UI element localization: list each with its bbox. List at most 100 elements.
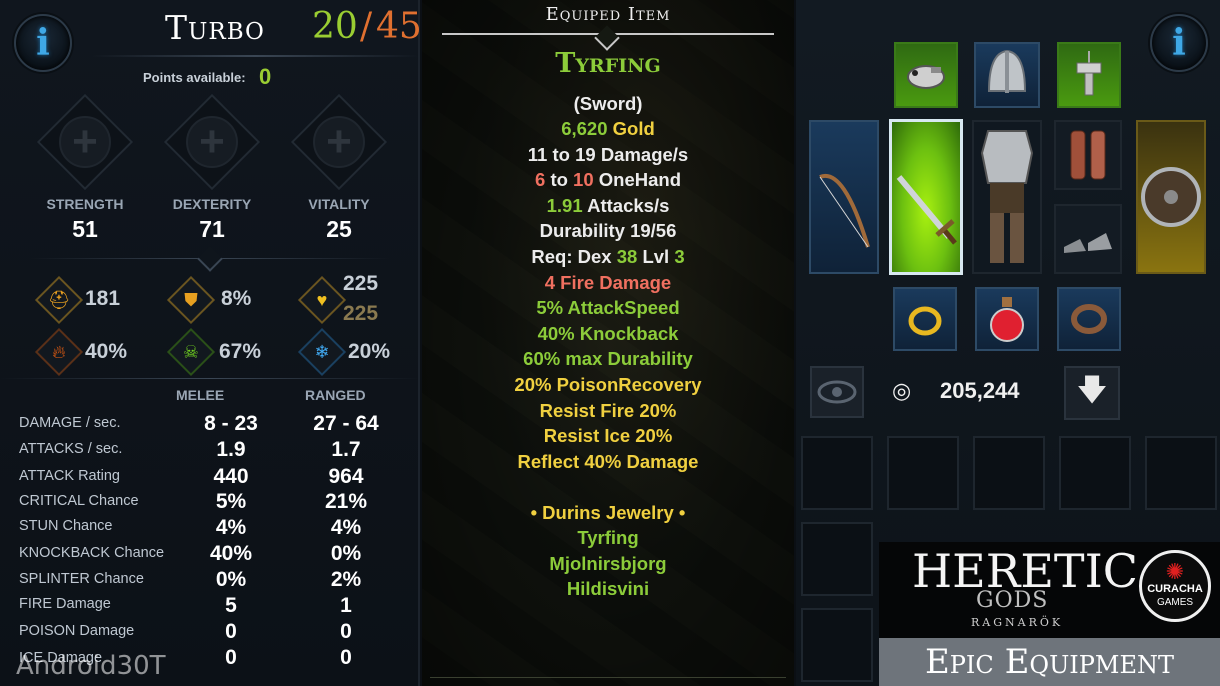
slot-ranged-weapon[interactable] xyxy=(809,120,879,274)
inventory-slot[interactable] xyxy=(887,436,959,510)
add-strength-button[interactable]: + xyxy=(36,93,134,191)
attack-rating-melee: 440 xyxy=(213,465,249,488)
damage-label: DAMAGE / sec. xyxy=(19,415,121,431)
req-dex: 38 xyxy=(616,246,638,267)
fire-resist-value: 40% xyxy=(85,340,128,363)
character-panel: i Turbo 20 / 45 Points available: 0 + + … xyxy=(0,0,422,686)
info-icon[interactable]: i xyxy=(14,14,72,72)
poison-damage-ranged: 0 xyxy=(340,620,352,643)
snowflake-icon: ❄ xyxy=(297,327,347,377)
item-hand: 6 to 10 OneHand xyxy=(422,169,794,191)
inventory-slot[interactable] xyxy=(801,436,873,510)
gold-amount: 6,620 xyxy=(561,118,608,139)
slot-ring-left[interactable] xyxy=(893,287,957,351)
inventory-slot[interactable] xyxy=(801,608,873,682)
strength-label: STRENGTH xyxy=(46,196,124,212)
damage-max: 19 xyxy=(575,144,596,165)
eye-icon[interactable] xyxy=(810,366,864,418)
inventory-slot[interactable] xyxy=(1059,436,1131,510)
ice-damage-ranged: 0 xyxy=(340,646,352,669)
equipped-item-panel: Equiped Item Tyrfing (Sword) 6,620 Gold … xyxy=(422,0,794,686)
poison-resist-value: 67% xyxy=(219,340,262,363)
dexterity-label: DEXTERITY xyxy=(172,196,252,212)
inventory-slot[interactable] xyxy=(1145,436,1217,510)
hand-max: 10 xyxy=(573,169,594,190)
slot-ring-right[interactable] xyxy=(1057,287,1121,351)
knockback-ranged: 0% xyxy=(330,542,362,565)
info-icon[interactable]: i xyxy=(1150,14,1208,72)
splinter-melee: 0% xyxy=(215,568,247,591)
damage-melee: 8 - 23 xyxy=(204,412,258,435)
add-dexterity-button[interactable]: + xyxy=(163,93,261,191)
heart-icon: ♥ xyxy=(297,275,347,325)
slot-main-weapon[interactable] xyxy=(889,119,963,275)
slot-amulet-boar[interactable] xyxy=(894,42,958,108)
splinter-ranged: 2% xyxy=(330,568,362,591)
logo-subtitle: GODS xyxy=(976,588,1049,613)
gold-label: Gold xyxy=(612,118,655,139)
slot-amulet[interactable] xyxy=(1057,42,1121,108)
stun-label: STUN Chance xyxy=(19,518,113,534)
item-type: (Sword) xyxy=(573,93,643,114)
caption-text: Epic Equipment xyxy=(924,642,1175,682)
stun-melee: 4% xyxy=(215,516,247,539)
boar-helmet-icon xyxy=(896,44,956,106)
slot-armor[interactable] xyxy=(972,120,1042,274)
splinter-label: SPLINTER Chance xyxy=(19,571,144,587)
add-vitality-button[interactable]: + xyxy=(290,93,388,191)
gold-ring-icon xyxy=(895,289,955,349)
affix-line: 5% AttackSpeed xyxy=(536,297,680,318)
gloves-icon xyxy=(1056,122,1120,188)
item-attacks: 1.91 Attacks/s xyxy=(422,195,794,217)
boots-icon xyxy=(1056,206,1120,272)
section-divider xyxy=(0,378,420,379)
vitality-label: VITALITY xyxy=(308,196,370,212)
strength-value: 51 xyxy=(72,216,98,242)
points-available-value: 0 xyxy=(259,64,272,89)
vitality-value: 25 xyxy=(326,216,352,242)
set-item: Hildisvini xyxy=(566,578,650,599)
attack-rating-ranged: 964 xyxy=(328,465,364,488)
slot-helmet[interactable] xyxy=(974,42,1040,108)
attacks-ranged: 1.7 xyxy=(331,438,361,461)
watermark: Android30T xyxy=(16,651,166,681)
points-available-label: Points available: xyxy=(143,70,246,85)
attacks-melee: 1.9 xyxy=(216,438,246,461)
melee-column-header: MELEE xyxy=(176,387,225,403)
armor-value: 181 xyxy=(85,287,121,310)
affix-line: 40% Knockback xyxy=(537,323,679,344)
slot-gloves[interactable] xyxy=(1054,120,1122,190)
req-lvl: 3 xyxy=(674,246,685,267)
fire-icon: 🔥︎ xyxy=(34,327,84,377)
inventory-slot[interactable] xyxy=(801,522,873,596)
hand-min: 6 xyxy=(535,169,546,190)
affix-line: 20% PoisonRecovery xyxy=(514,374,702,395)
bronze-ring-icon xyxy=(1059,289,1119,349)
affix-line: 60% max Durability xyxy=(523,348,693,369)
set-item: Tyrfing xyxy=(577,527,639,548)
hand-label: OneHand xyxy=(598,169,681,190)
helmet-icon: ⛑ xyxy=(34,275,84,325)
affix-line: Resist Ice 20% xyxy=(543,425,673,446)
publisher-logo: ✺ CURACHA GAMES xyxy=(1139,550,1211,622)
stun-ranged: 4% xyxy=(330,516,362,539)
logo-tagline: RAGNARÖK xyxy=(971,616,1064,629)
publisher-subname: GAMES xyxy=(1156,597,1194,608)
item-name: Tyrfing xyxy=(555,48,661,79)
plus-icon: + xyxy=(313,116,365,168)
equipped-item-title: Equiped Item xyxy=(545,4,671,25)
block-value: 8% xyxy=(221,287,252,310)
game-branding: HERETIC GODS RAGNARÖK ✺ CURACHA GAMES Ep… xyxy=(879,542,1220,686)
poison-damage-label: POISON Damage xyxy=(19,623,135,639)
item-gold: 6,620 Gold xyxy=(422,118,794,140)
slot-potion[interactable] xyxy=(975,287,1039,351)
knockback-label: KNOCKBACK Chance xyxy=(19,545,165,561)
arrow-down-icon[interactable]: 🡇 xyxy=(1064,366,1120,420)
plus-icon: + xyxy=(59,116,111,168)
slot-offhand[interactable] xyxy=(1136,120,1206,274)
bow-icon xyxy=(811,122,877,272)
ice-damage-melee: 0 xyxy=(225,646,237,669)
slot-boots[interactable] xyxy=(1054,204,1122,274)
inventory-slot[interactable] xyxy=(973,436,1045,510)
bottom-divider xyxy=(430,677,786,678)
